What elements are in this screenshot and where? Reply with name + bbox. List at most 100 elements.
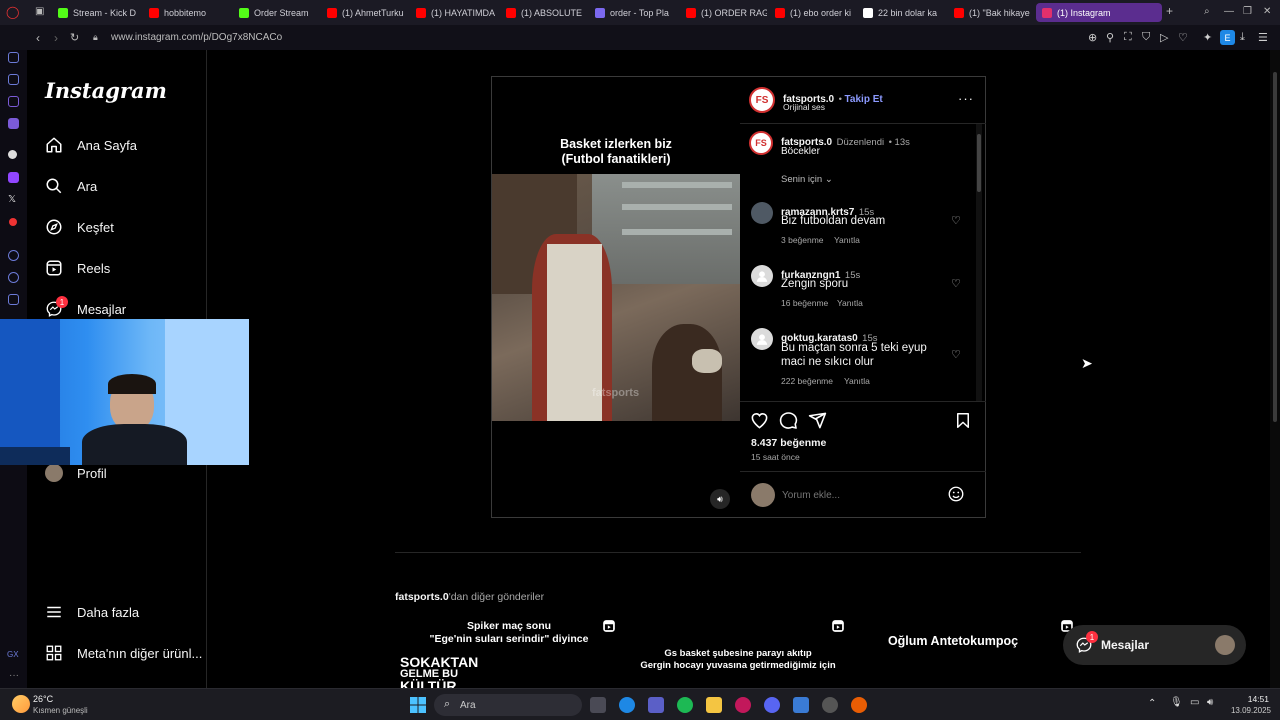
reel-video[interactable]: Basket izlerken biz (Futbol fanatikleri)… bbox=[492, 77, 740, 517]
sidebar-gx-icon[interactable]: GX bbox=[7, 650, 19, 659]
zoom-icon[interactable]: ⊕ bbox=[1088, 31, 1097, 44]
comment-input[interactable] bbox=[782, 487, 932, 503]
new-tab-icon[interactable]: + bbox=[1166, 4, 1173, 18]
opera-gx-icon[interactable] bbox=[735, 697, 751, 713]
browser-tab[interactable]: (1) ABSOLUTE bbox=[500, 3, 587, 22]
reload-icon[interactable]: ↻ bbox=[70, 31, 79, 44]
sidebar-extras-icon[interactable] bbox=[8, 294, 19, 305]
edge-icon[interactable] bbox=[619, 697, 635, 713]
app-icon[interactable] bbox=[793, 697, 809, 713]
browser-tab[interactable]: (1) Instagram bbox=[1036, 3, 1162, 22]
comment-like-icon[interactable]: ♡ bbox=[951, 348, 961, 361]
instagram-logo[interactable]: Instagram bbox=[45, 78, 167, 103]
comment-avatar[interactable] bbox=[751, 265, 773, 287]
share-icon[interactable] bbox=[808, 411, 827, 435]
more-posts-username[interactable]: fatsports.0 bbox=[395, 591, 449, 603]
browser-tab[interactable]: hobbitemo bbox=[143, 3, 231, 22]
like-count[interactable]: 8.437 beğenme bbox=[751, 437, 826, 449]
windows-start-icon[interactable] bbox=[410, 697, 426, 718]
browser-tab[interactable]: Stream - Kick D bbox=[52, 3, 140, 22]
browser-tab[interactable]: Order Stream bbox=[233, 3, 319, 22]
close-window-icon[interactable]: ✕ bbox=[1263, 6, 1271, 17]
browser-tab[interactable]: (1) HAYATIMDA bbox=[410, 3, 498, 22]
sidebar-tabs-icon[interactable] bbox=[8, 96, 19, 107]
sound-toggle-icon[interactable]: 🔊︎ bbox=[710, 489, 730, 509]
sidebar-messenger-icon[interactable] bbox=[8, 118, 19, 129]
like-icon[interactable] bbox=[750, 411, 769, 435]
profile-button[interactable]: E bbox=[1220, 30, 1235, 45]
comments-scrollbar[interactable] bbox=[976, 124, 982, 401]
messages-floating-button[interactable]: 1 Mesajlar bbox=[1063, 625, 1246, 665]
browser-tab[interactable]: (1) ORDER RAG bbox=[680, 3, 767, 22]
caption-avatar[interactable]: FS bbox=[749, 131, 773, 155]
taskbar-search[interactable]: ⌕ Ara bbox=[434, 694, 582, 716]
comment-likes[interactable]: 3 beğenme bbox=[781, 235, 824, 245]
nav-more[interactable]: Daha fazla bbox=[45, 603, 139, 621]
comment-likes[interactable]: 222 beğenme bbox=[781, 376, 833, 386]
follow-button[interactable]: Takip Et bbox=[845, 94, 883, 105]
comment-reply-button[interactable]: Yanıtla bbox=[844, 376, 870, 386]
sidebar-ai-icon[interactable] bbox=[8, 52, 19, 63]
browser-tab[interactable]: (1) "Bak hikaye bbox=[948, 3, 1034, 22]
comment-likes[interactable]: 16 beğenme bbox=[781, 298, 828, 308]
sidebar-x-icon[interactable]: 𝕏 bbox=[8, 194, 16, 205]
extensions-icon[interactable]: ✦ bbox=[1203, 31, 1212, 44]
comment-like-icon[interactable]: ♡ bbox=[951, 277, 961, 290]
discord-icon[interactable] bbox=[764, 697, 780, 713]
browser-tab[interactable]: order - Top Pla bbox=[589, 3, 678, 22]
audio-label[interactable]: Orijinal ses bbox=[783, 102, 825, 112]
clock-date[interactable]: 13.09.2025 bbox=[1221, 706, 1271, 715]
page-scrollbar[interactable] bbox=[1270, 50, 1280, 688]
minimize-icon[interactable]: — bbox=[1224, 6, 1234, 17]
sidebar-app2-icon[interactable] bbox=[9, 218, 17, 226]
forward-icon[interactable]: › bbox=[54, 31, 58, 45]
comment-reply-button[interactable]: Yanıtla bbox=[837, 298, 863, 308]
nav-reels[interactable]: Reels bbox=[45, 259, 110, 277]
browser-tab[interactable]: 22 bin dolar ka bbox=[857, 3, 946, 22]
more-post-thumb[interactable]: Gs basket şubesine parayı akıtıp Gergin … bbox=[624, 612, 852, 688]
back-icon[interactable]: ‹ bbox=[36, 31, 40, 45]
display-icon[interactable]: ▭ bbox=[1190, 697, 1199, 708]
comment-reply-button[interactable]: Yanıtla bbox=[834, 235, 860, 245]
task-view-icon[interactable] bbox=[590, 697, 606, 713]
nav-search[interactable]: Ara bbox=[45, 177, 97, 195]
comment-avatar[interactable] bbox=[751, 328, 773, 350]
menu-icon[interactable]: ☰ bbox=[1258, 31, 1268, 44]
restore-icon[interactable]: ❐ bbox=[1243, 6, 1252, 17]
steam-icon[interactable] bbox=[822, 697, 838, 713]
comment-like-icon[interactable]: ♡ bbox=[951, 214, 961, 227]
more-post-thumb[interactable]: Spiker maç sonu "Ege'nin suları serindir… bbox=[395, 612, 623, 688]
nav-meta[interactable]: Meta'nın diğer ürünl... bbox=[45, 644, 202, 662]
teams-icon[interactable] bbox=[648, 697, 664, 713]
nav-profile[interactable]: Profil bbox=[45, 464, 107, 482]
weather-temp[interactable]: 26°C bbox=[33, 694, 53, 704]
sidebar-history-icon[interactable] bbox=[8, 250, 19, 261]
url-field[interactable]: www.instagram.com/p/DOg7x8NCACo bbox=[111, 32, 282, 43]
workspaces-icon[interactable]: ▣ bbox=[35, 6, 44, 17]
emoji-icon[interactable] bbox=[947, 485, 965, 508]
clock-time[interactable]: 14:51 bbox=[1229, 694, 1269, 704]
vpn-icon[interactable]: ⛉ bbox=[1142, 31, 1150, 44]
bookmark-heart-icon[interactable]: ♡ bbox=[1178, 31, 1188, 44]
spotify-icon[interactable] bbox=[677, 697, 693, 713]
weather-desc[interactable]: Kısmen güneşli bbox=[33, 706, 88, 715]
player-icon[interactable]: ▷ bbox=[1160, 31, 1168, 44]
sidebar-aria-icon[interactable] bbox=[8, 74, 19, 85]
nav-home[interactable]: Ana Sayfa bbox=[45, 136, 137, 154]
browser-tab[interactable]: (1) AhmetTurku bbox=[321, 3, 408, 22]
sidebar-clock-icon[interactable] bbox=[8, 272, 19, 283]
save-icon[interactable] bbox=[954, 411, 972, 435]
weather-icon[interactable] bbox=[12, 695, 30, 713]
download-icon[interactable]: ⤓ bbox=[1240, 31, 1245, 44]
sidebar-app-icon[interactable] bbox=[8, 150, 17, 159]
more-options-icon[interactable]: ··· bbox=[958, 91, 974, 106]
comment-avatar[interactable] bbox=[751, 202, 773, 224]
snapshot-icon[interactable]: ⛶ bbox=[1124, 31, 1132, 44]
nav-explore[interactable]: Keşfet bbox=[45, 218, 114, 236]
opera-logo-icon[interactable]: ◯ bbox=[6, 5, 19, 19]
author-avatar[interactable]: FS bbox=[749, 87, 775, 113]
tray-chevron-icon[interactable]: ⌃ bbox=[1148, 698, 1156, 709]
file-explorer-icon[interactable] bbox=[706, 697, 722, 713]
comment-sort-dropdown[interactable]: Senin için ⌄ bbox=[781, 174, 833, 185]
volume-icon[interactable]: 🔊︎ bbox=[1207, 697, 1213, 708]
